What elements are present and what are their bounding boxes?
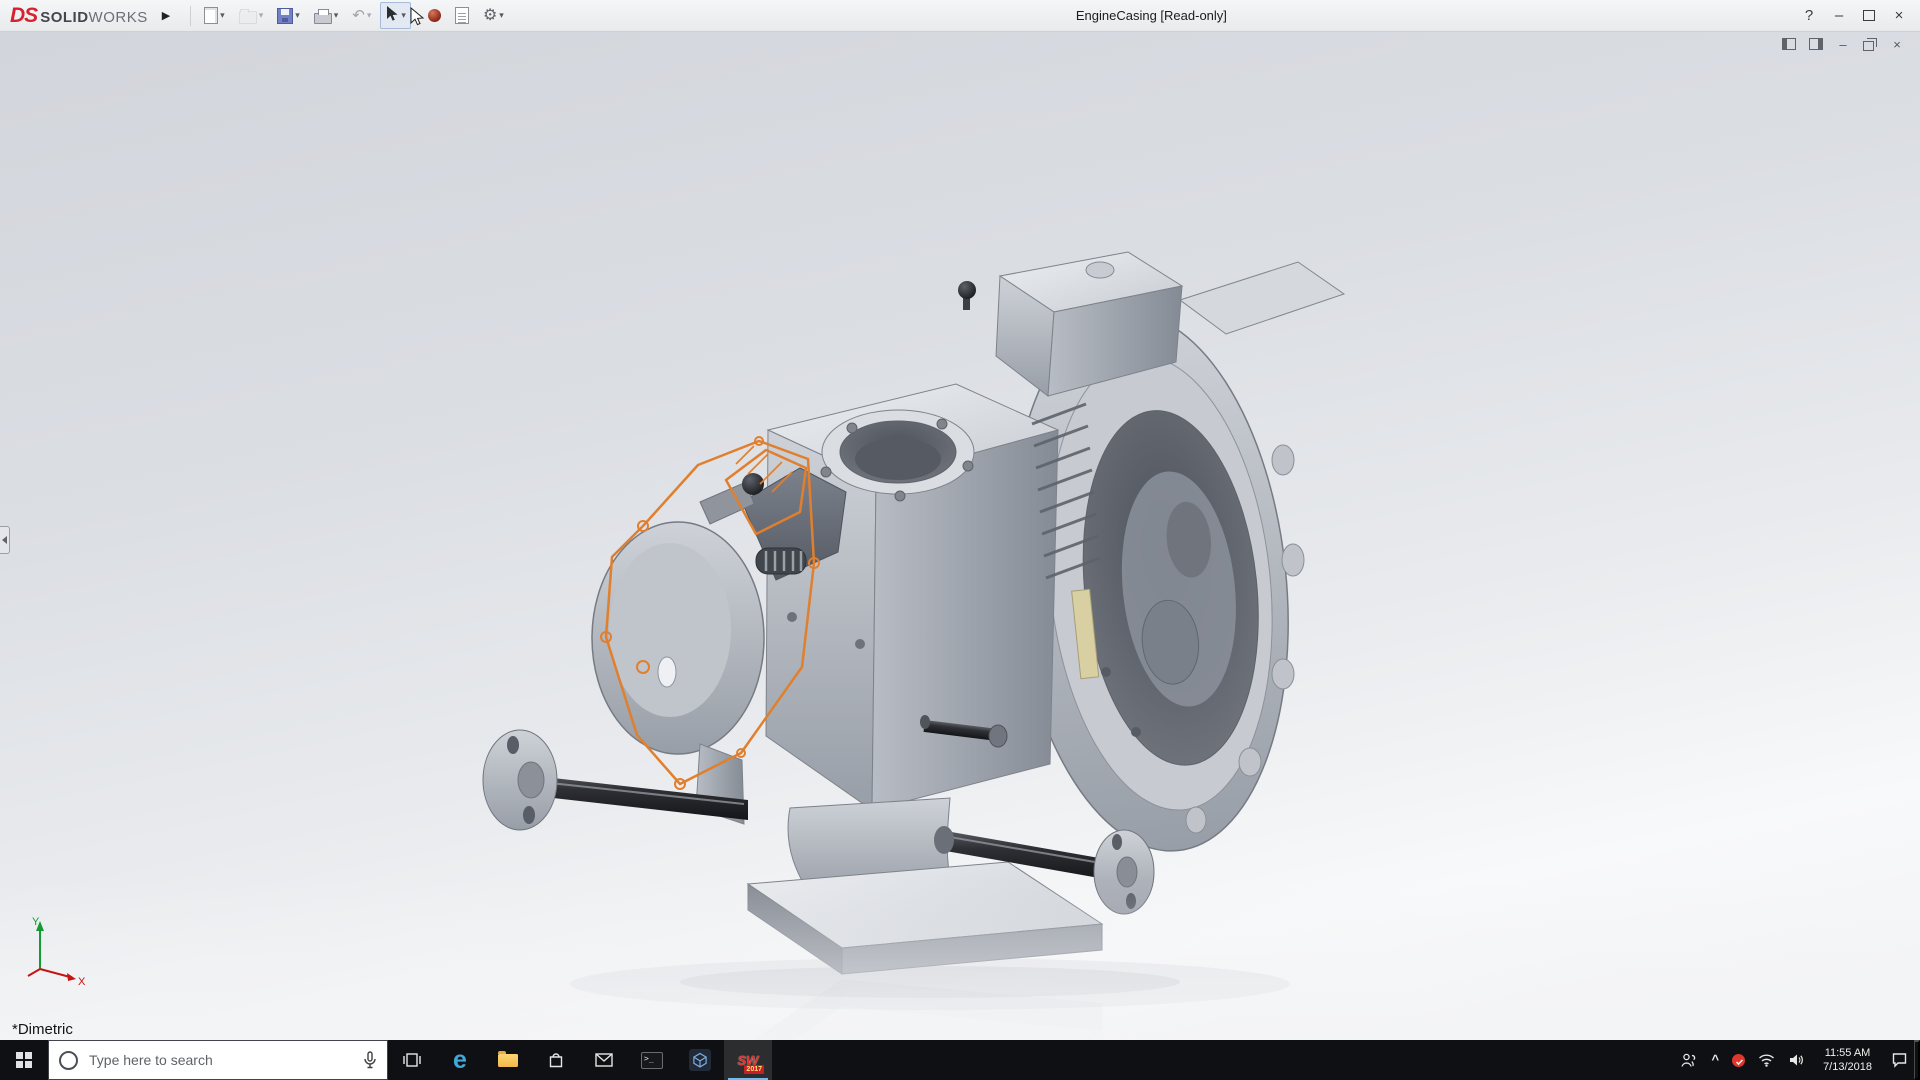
feature-pane-splitter[interactable] — [0, 526, 10, 554]
system-tray: ^ 11:55 AM 7/13/2018 — [1676, 1040, 1914, 1080]
select-cursor-icon — [385, 6, 399, 25]
open-folder-icon — [239, 11, 257, 24]
chevron-down-icon[interactable]: ▾ — [334, 11, 339, 20]
graphics-area[interactable] — [0, 32, 1920, 1040]
menu-expand-arrow-icon[interactable]: ▶ — [158, 7, 174, 24]
toolbar-separator — [190, 6, 191, 26]
clock-tray-button[interactable]: 11:55 AM 7/13/2018 — [1817, 1045, 1878, 1075]
action-center-icon — [1891, 1052, 1908, 1068]
document-close-button[interactable]: × — [1888, 36, 1906, 52]
file-properties-icon — [455, 7, 469, 24]
hidden-icons-chevron[interactable]: ^ — [1711, 1055, 1719, 1065]
options-button[interactable]: ⚙ ▾ — [478, 4, 509, 28]
antivirus-icon — [1732, 1054, 1745, 1067]
windows-logo-icon — [16, 1052, 32, 1068]
help-button[interactable]: ? — [1794, 1, 1824, 31]
search-input[interactable] — [87, 1051, 354, 1069]
solidworks-logo: DS SOLID WORKS — [10, 4, 148, 28]
tray-time: 11:55 AM — [1825, 1046, 1871, 1060]
view-orientation-label: *Dimetric — [12, 1021, 73, 1038]
terminal-button[interactable]: >_ — [628, 1040, 676, 1080]
store-button[interactable] — [532, 1040, 580, 1080]
maximize-icon — [1863, 10, 1875, 21]
cad-cube-icon — [689, 1049, 711, 1071]
chevron-down-icon[interactable]: ▾ — [401, 11, 406, 20]
cad-viewer-button[interactable] — [676, 1040, 724, 1080]
select-tool-button[interactable]: ▾ — [380, 2, 411, 29]
sw-year-badge: 2017 — [744, 1065, 764, 1074]
restore-icon — [1863, 41, 1874, 51]
brand-solid: SOLID — [40, 9, 88, 26]
task-view-button[interactable] — [388, 1040, 436, 1080]
open-button[interactable]: ▾ — [234, 4, 269, 28]
edge-icon: e — [453, 1048, 467, 1073]
file-properties-button[interactable] — [450, 3, 474, 28]
rebuild-sphere-icon — [428, 9, 441, 22]
action-center-button[interactable] — [1891, 1052, 1908, 1068]
chevron-down-icon[interactable]: ▾ — [220, 11, 225, 20]
print-button[interactable]: ▾ — [309, 4, 344, 28]
chevron-down-icon[interactable]: ▾ — [295, 11, 300, 20]
print-icon — [314, 13, 332, 24]
solidworks-taskbar-button[interactable]: SW 2017 — [724, 1040, 772, 1080]
file-explorer-button[interactable] — [484, 1040, 532, 1080]
document-window-controls: – × — [1780, 36, 1906, 52]
save-button[interactable]: ▾ — [272, 4, 305, 28]
shopping-bag-icon — [546, 1050, 566, 1070]
close-button[interactable]: × — [1884, 1, 1914, 31]
gear-icon: ⚙ — [483, 8, 497, 24]
ds-logo-mark: DS — [10, 4, 37, 28]
volume-tray-button[interactable] — [1788, 1053, 1804, 1067]
microphone-icon[interactable] — [363, 1051, 377, 1069]
quick-access-toolbar: ▾ ▾ ▾ ▾ ↶ ▾ ▾ ⚙ — [199, 2, 509, 29]
taskbar-spacer — [772, 1040, 1676, 1080]
chevron-down-icon[interactable]: ▾ — [367, 11, 372, 20]
dock-pane-left-icon[interactable] — [1780, 36, 1798, 52]
tray-date: 7/13/2018 — [1823, 1060, 1872, 1074]
people-icon — [1680, 1052, 1698, 1068]
model-canvas[interactable] — [0, 32, 1920, 1040]
edge-button[interactable]: e — [436, 1040, 484, 1080]
network-tray-button[interactable] — [1758, 1053, 1775, 1067]
wifi-icon — [1758, 1053, 1775, 1067]
brand-works: WORKS — [89, 9, 148, 26]
window-controls: ? – × — [1794, 1, 1914, 31]
cortana-icon — [59, 1051, 78, 1070]
maximize-button[interactable] — [1854, 1, 1884, 31]
pane-right-icon — [1809, 38, 1823, 50]
new-document-button[interactable]: ▾ — [199, 3, 230, 28]
chevron-down-icon[interactable]: ▾ — [259, 11, 264, 20]
undo-arrow-icon: ↶ — [352, 8, 365, 23]
undo-button[interactable]: ↶ ▾ — [347, 4, 376, 27]
pane-left-icon — [1782, 38, 1796, 50]
speaker-icon — [1788, 1053, 1804, 1067]
save-floppy-icon — [277, 8, 293, 24]
minimize-button[interactable]: – — [1824, 1, 1854, 31]
windows-taskbar: e >_ SW 2017 — [0, 1040, 1920, 1080]
folder-icon — [498, 1054, 518, 1067]
people-button[interactable] — [1680, 1052, 1698, 1068]
chevron-down-icon[interactable]: ▾ — [499, 11, 504, 20]
taskbar-search[interactable] — [48, 1040, 388, 1080]
dock-pane-right-icon[interactable] — [1807, 36, 1825, 52]
document-restore-button[interactable] — [1861, 36, 1879, 52]
terminal-icon: >_ — [641, 1052, 663, 1069]
new-document-icon — [204, 7, 218, 24]
show-desktop-button[interactable] — [1914, 1040, 1920, 1080]
envelope-icon — [594, 1052, 614, 1068]
titlebar: DS SOLID WORKS ▶ ▾ ▾ ▾ ▾ ↶ ▾ ▾ — [0, 0, 1920, 32]
start-button[interactable] — [0, 1040, 48, 1080]
document-title: EngineCasing [Read-only] — [509, 8, 1794, 23]
antivirus-tray-button[interactable] — [1732, 1054, 1745, 1067]
task-view-icon — [402, 1050, 422, 1070]
document-minimize-button[interactable]: – — [1834, 36, 1852, 52]
solidworks-app-icon: SW 2017 — [735, 1047, 761, 1073]
terminal-prompt-text: >_ — [644, 1054, 654, 1063]
engine-casing-model[interactable] — [483, 252, 1344, 974]
rebuild-button[interactable] — [423, 5, 446, 26]
mail-button[interactable] — [580, 1040, 628, 1080]
